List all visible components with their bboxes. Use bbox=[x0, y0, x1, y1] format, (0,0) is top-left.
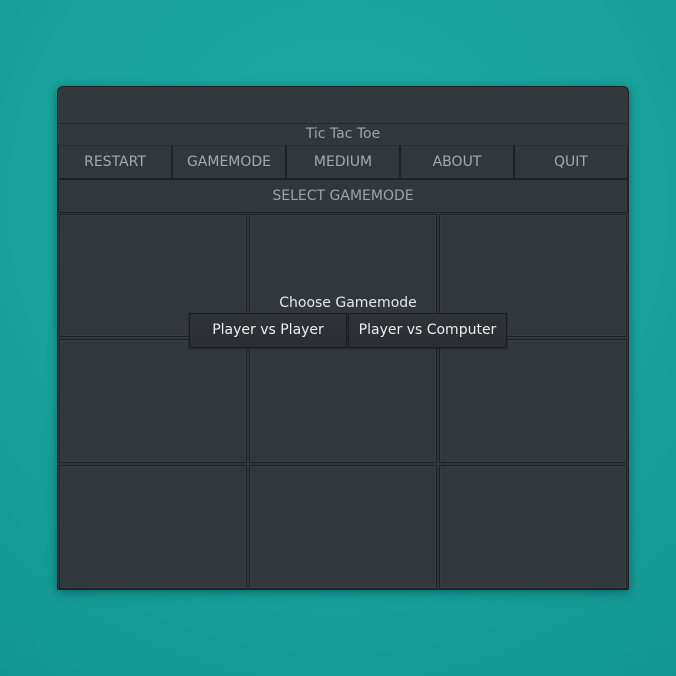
board-cell-7[interactable] bbox=[59, 465, 247, 589]
board-cell-5[interactable] bbox=[249, 339, 437, 463]
board-cell-4[interactable] bbox=[59, 339, 247, 463]
player-vs-computer-button[interactable]: Player vs Computer bbox=[348, 313, 507, 348]
gamemode-dialog: Choose Gamemode Player vs Player Player … bbox=[189, 292, 507, 350]
board-cell-6[interactable] bbox=[439, 339, 627, 463]
player-vs-player-button[interactable]: Player vs Player bbox=[189, 313, 347, 348]
quit-button[interactable]: QUIT bbox=[514, 145, 628, 179]
restart-button[interactable]: RESTART bbox=[58, 145, 172, 179]
dialog-button-row: Player vs Player Player vs Computer bbox=[189, 313, 507, 348]
gamemode-button[interactable]: GAMEMODE bbox=[172, 145, 286, 179]
about-button[interactable]: ABOUT bbox=[400, 145, 514, 179]
window-titlebar[interactable] bbox=[58, 87, 628, 124]
status-label: SELECT GAMEMODE bbox=[58, 179, 628, 213]
app-title: Tic Tac Toe bbox=[305, 126, 381, 142]
app-window: Tic Tac Toe RESTART GAMEMODE MEDIUM ABOU… bbox=[57, 86, 629, 590]
dialog-title: Choose Gamemode bbox=[279, 295, 417, 311]
difficulty-button[interactable]: MEDIUM bbox=[286, 145, 400, 179]
board-cell-9[interactable] bbox=[439, 465, 627, 589]
menu-bar: RESTART GAMEMODE MEDIUM ABOUT QUIT bbox=[58, 145, 628, 179]
game-board bbox=[58, 213, 628, 589]
board-cell-8[interactable] bbox=[249, 465, 437, 589]
